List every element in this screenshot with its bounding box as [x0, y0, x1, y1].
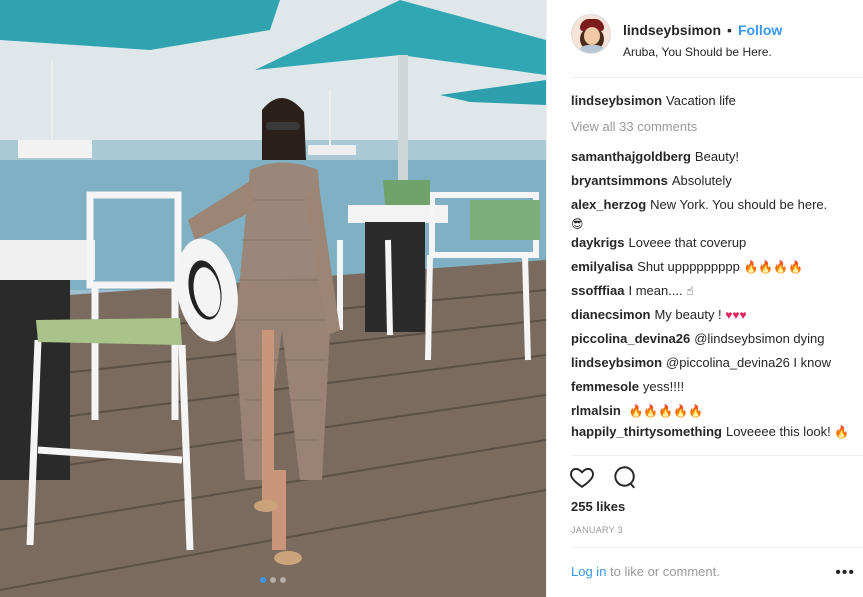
- comment-text: Beauty!: [694, 149, 740, 164]
- comment-text: Absolutely: [671, 173, 732, 188]
- comment-username[interactable]: daykrigs: [571, 235, 624, 250]
- comment-text: My beauty !: [654, 307, 722, 322]
- heart-outline-icon[interactable]: [569, 464, 595, 490]
- list-item: femmesole yess!!!!: [571, 375, 851, 399]
- fire-emoji-icon: 🔥: [834, 425, 850, 439]
- post-photo[interactable]: [0, 0, 546, 597]
- comment-username[interactable]: femmesole: [571, 379, 639, 394]
- list-item: piccolina_devina26 @lindseybsimon dying: [571, 327, 851, 351]
- comments-list[interactable]: lindseybsimon Vacation life View all 33 c…: [571, 89, 851, 455]
- list-item: ssofffiaa I mean.... ☝: [571, 279, 851, 303]
- footer-divider: [571, 547, 863, 548]
- list-item: alex_herzog New York. You should be here.…: [571, 193, 851, 231]
- post-sidebar: lindseybsimon • Follow Aruba, You Should…: [546, 0, 863, 597]
- comment-text: @lindseybsimon dying: [694, 331, 825, 346]
- comment-username[interactable]: bryantsimmons: [571, 173, 668, 188]
- list-item: daykrigs Loveee that coverup: [571, 231, 851, 255]
- comment-username[interactable]: ssofffiaa: [571, 283, 624, 298]
- actions-divider: [571, 455, 863, 456]
- comment-text: yess!!!!: [642, 379, 685, 394]
- location-link[interactable]: Aruba, You Should be Here.: [623, 45, 782, 59]
- carousel-dot-2[interactable]: [270, 577, 276, 583]
- avatar-face: [584, 27, 600, 45]
- comment-text: @piccolina_devina26 I know: [666, 355, 831, 370]
- login-link[interactable]: Log in: [571, 564, 606, 579]
- sunglasses-emoji-icon: 😎: [571, 217, 584, 231]
- follow-button[interactable]: Follow: [738, 22, 782, 38]
- login-prompt-text: to like or comment.: [606, 564, 720, 579]
- avatar-body: [578, 45, 606, 53]
- list-item: dianecsimon My beauty ! ♥♥♥: [571, 303, 851, 327]
- header-info: lindseybsimon • Follow Aruba, You Should…: [623, 14, 782, 59]
- more-options-icon[interactable]: •••: [835, 564, 855, 582]
- list-item: emilyalisa Shut uppppppppp 🔥🔥🔥🔥: [571, 255, 851, 279]
- carousel-indicator: [0, 577, 546, 583]
- list-item: rlmalsin 🔥🔥🔥🔥🔥: [571, 399, 851, 423]
- pointing-hand-emoji-icon: ☝: [686, 284, 694, 298]
- like-count[interactable]: 255 likes: [571, 499, 625, 514]
- comment-username[interactable]: piccolina_devina26: [571, 331, 690, 346]
- comment-text: I mean....: [628, 283, 683, 298]
- comment-text: Shut uppppppppp: [637, 259, 740, 274]
- list-item: bryantsimmons Absolutely: [571, 169, 851, 193]
- fire-emoji-icon: 🔥🔥🔥🔥: [743, 260, 804, 274]
- comment-text: New York. You should be here.: [650, 197, 828, 212]
- carousel-dot-1[interactable]: [260, 577, 266, 583]
- post-header: lindseybsimon • Follow Aruba, You Should…: [571, 14, 853, 64]
- list-item: lindseybsimon @piccolina_devina26 I know: [571, 351, 851, 375]
- author-username[interactable]: lindseybsimon: [623, 22, 721, 38]
- login-prompt: Log in to like or comment.: [571, 564, 720, 579]
- comment-username[interactable]: alex_herzog: [571, 197, 646, 212]
- list-item: happily_thirtysomething Loveeee this look…: [571, 423, 851, 441]
- comment-username[interactable]: lindseybsimon: [571, 93, 662, 108]
- comment-username[interactable]: lindseybsimon: [571, 355, 662, 370]
- caption: lindseybsimon Vacation life: [571, 89, 851, 113]
- comment-text: Loveee that coverup: [628, 235, 747, 250]
- comment-text: Vacation life: [666, 93, 736, 108]
- header-bullet: •: [727, 22, 732, 38]
- view-all-comments-link[interactable]: View all 33 comments: [571, 115, 851, 139]
- photo-illustration: [0, 0, 546, 597]
- comment-text: Loveeee this look!: [725, 424, 831, 439]
- fire-emoji-icon: 🔥🔥🔥🔥🔥: [628, 404, 704, 418]
- carousel-dot-3[interactable]: [280, 577, 286, 583]
- avatar[interactable]: [571, 14, 611, 54]
- speech-bubble-icon[interactable]: [611, 464, 637, 490]
- comment-username[interactable]: samanthajgoldberg: [571, 149, 691, 164]
- header-divider: [571, 77, 863, 78]
- heart-emoji-icon: ♥♥♥: [725, 308, 747, 322]
- post-date[interactable]: JANUARY 3: [571, 525, 623, 535]
- comment-username[interactable]: dianecsimon: [571, 307, 650, 322]
- comment-username[interactable]: happily_thirtysomething: [571, 424, 722, 439]
- list-item: samanthajgoldberg Beauty!: [571, 145, 851, 169]
- comment-username[interactable]: emilyalisa: [571, 259, 633, 274]
- action-bar: [569, 464, 637, 490]
- comment-username[interactable]: rlmalsin: [571, 403, 621, 418]
